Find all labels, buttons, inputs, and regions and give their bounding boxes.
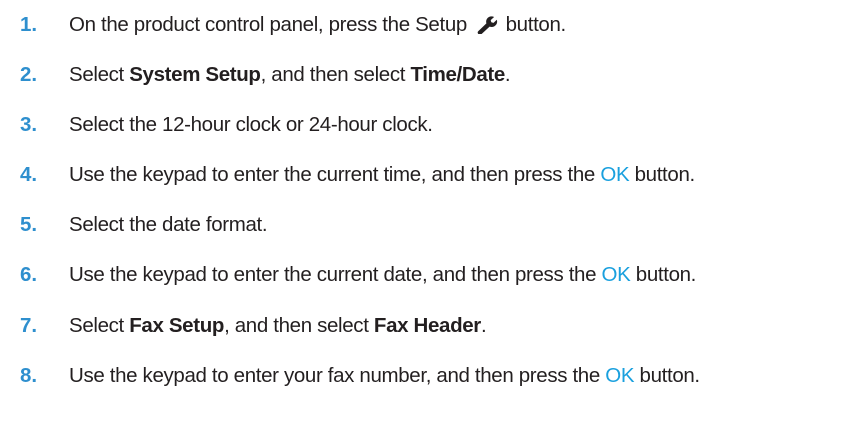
step-text: Select the 12-hour clock or 24-hour cloc… xyxy=(69,113,433,137)
step-text-segment: Use the keypad to enter the current date… xyxy=(69,263,602,286)
step-number: 6. xyxy=(20,263,38,286)
step-text: Use the keypad to enter the current date… xyxy=(69,263,696,287)
step-text-segment: Select xyxy=(69,314,130,337)
step-text-segment: button. xyxy=(634,364,701,387)
step-text: On the product control panel, press the … xyxy=(69,13,566,37)
step-text-segment: . xyxy=(504,63,511,86)
step-number: 1. xyxy=(20,13,38,36)
step-text: Select Fax Setup, and then select Fax He… xyxy=(69,314,487,338)
step-text-segment: button. xyxy=(500,13,567,36)
ok-button-label: OK xyxy=(600,163,630,186)
menu-option-name: Fax Header xyxy=(373,314,481,337)
step-text-segment: . xyxy=(480,314,487,337)
step-text-segment: Select xyxy=(69,63,130,86)
step-text: Select System Setup, and then select Tim… xyxy=(69,63,511,87)
step-number: 5. xyxy=(20,213,38,236)
step-number: 3. xyxy=(20,113,38,136)
step-number: 2. xyxy=(20,63,38,86)
menu-option-name: System Setup xyxy=(129,63,261,86)
ok-button-label: OK xyxy=(605,364,635,387)
ok-button-label: OK xyxy=(601,263,631,286)
step-text-segment: , and then select xyxy=(224,314,374,337)
step-number: 8. xyxy=(20,364,38,387)
step-text: Use the keypad to enter your fax number,… xyxy=(69,364,700,388)
step-text-segment: , and then select xyxy=(260,63,411,86)
step-text-segment: Use the keypad to enter the current time… xyxy=(69,163,601,186)
step-number: 7. xyxy=(20,314,38,337)
step-text-segment: button. xyxy=(629,163,696,186)
step-number: 4. xyxy=(20,163,38,186)
step-text-segment: On the product control panel, press the … xyxy=(69,13,473,36)
step-text-segment: button. xyxy=(630,263,697,286)
step-text: Use the keypad to enter the current time… xyxy=(69,163,695,187)
step-text-segment: Select the date format. xyxy=(69,213,268,236)
menu-option-name: Fax Setup xyxy=(129,314,225,337)
step-text-segment: Use the keypad to enter your fax number,… xyxy=(69,364,606,387)
step-text-segment: Select the 12-hour clock or 24-hour cloc… xyxy=(69,113,433,136)
step-text: Select the date format. xyxy=(69,213,268,237)
menu-option-name: Time/Date xyxy=(410,63,505,86)
wrench-icon xyxy=(476,14,498,35)
